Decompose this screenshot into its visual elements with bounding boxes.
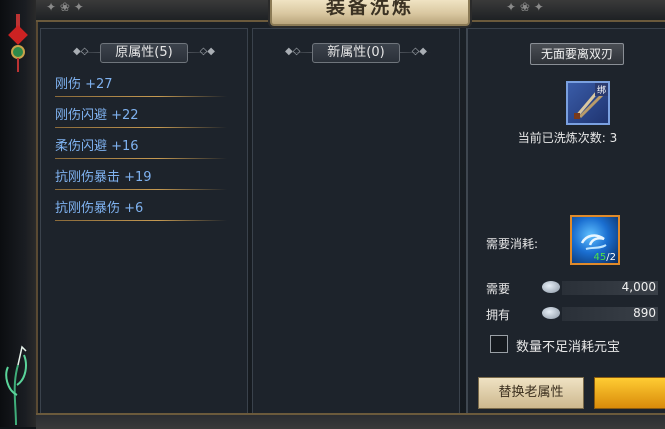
silver-coin-icon (542, 307, 560, 319)
attribute-text: 抗刚伤暴击 +19 (55, 170, 152, 185)
stone-need: /2 (606, 252, 616, 263)
new-attributes-title: 新属性(0) (312, 43, 400, 63)
attribute-divider (55, 127, 227, 128)
chinese-knot-icon (8, 14, 28, 72)
old-attributes-title: 原属性(5) (100, 43, 188, 63)
cloud-ornament-icon: ✦ ❀ ✦ (506, 0, 544, 14)
attribute-divider (55, 158, 227, 159)
own-value: 890 (633, 306, 656, 320)
stone-count: 45/2 (594, 252, 616, 263)
old-attributes-panel: ◆◇ 原属性(5) ◇◆ 刚伤 +27 刚伤闪避 +22 柔伤闪避 +16 抗刚… (40, 28, 248, 417)
bound-badge: 绑 (594, 83, 608, 96)
diamond-ornament-icon: ◆◇ (285, 46, 301, 57)
window-title-plate: 装备洗炼 (270, 0, 470, 26)
equipment-slot[interactable]: 绑 (566, 81, 610, 125)
wash-window: ✦ ❀ ✦ ✦ ❀ ✦ 装备洗炼 ◆◇ 原属性(5) ◇◆ 刚伤 +27 刚伤闪… (0, 0, 665, 429)
attribute-divider (55, 96, 227, 97)
cost-label: 需要消耗: (486, 237, 539, 251)
equipment-name: 无面要离双刃 (530, 43, 624, 65)
attribute-text: 刚伤闪避 +22 (55, 108, 139, 123)
cloud-ornament-icon: ✦ ❀ ✦ (46, 0, 84, 14)
attribute-row: 刚伤 +27 (55, 73, 227, 97)
use-ingot-label[interactable]: 数量不足消耗元宝 (516, 336, 620, 355)
diamond-ornament-icon: ◇◆ (411, 46, 427, 57)
use-ingot-checkbox[interactable] (490, 335, 508, 353)
silver-coin-icon (542, 281, 560, 293)
attribute-row: 刚伤闪避 +22 (55, 104, 227, 128)
window-title: 装备洗炼 (325, 0, 414, 18)
new-attributes-panel: ◆◇ 新属性(0) ◇◆ (252, 28, 460, 417)
attribute-text: 柔伤闪避 +16 (55, 139, 139, 154)
own-label: 拥有 (486, 308, 511, 322)
attribute-text: 刚伤 +27 (55, 77, 113, 92)
attribute-row: 抗刚伤暴击 +19 (55, 166, 227, 190)
own-silver-row: 拥有 890 (486, 305, 658, 323)
attribute-row: 抗刚伤暴伤 +6 (55, 197, 227, 221)
diamond-ornament-icon: ◆◇ (73, 46, 89, 57)
wash-cost-panel: 无面要离双刃 绑 当前已洗炼次数: 3 需要消耗: 45/2 需要 4,000 (466, 28, 665, 417)
new-attributes-header: ◆◇ 新属性(0) ◇◆ (281, 43, 431, 63)
wash-count-text: 当前已洗炼次数: 3 (517, 131, 618, 145)
diamond-ornament-icon: ◇◆ (199, 46, 215, 57)
attribute-divider (55, 189, 227, 190)
left-decor-strip (0, 0, 38, 427)
wash-stone-slot[interactable]: 45/2 (570, 215, 620, 265)
attribute-divider (55, 220, 227, 221)
need-silver-row: 需要 4,000 (486, 279, 658, 297)
need-label: 需要 (486, 282, 511, 296)
stone-have: 45 (593, 252, 607, 263)
replace-attributes-button[interactable]: 替换老属性 (478, 377, 584, 409)
plant-decor-icon (5, 345, 27, 425)
attribute-text: 抗刚伤暴伤 +6 (55, 201, 144, 216)
need-value: 4,000 (621, 280, 656, 294)
attribute-row: 柔伤闪避 +16 (55, 135, 227, 159)
old-attributes-header: ◆◇ 原属性(5) ◇◆ (69, 43, 219, 63)
wash-button[interactable] (594, 377, 665, 409)
